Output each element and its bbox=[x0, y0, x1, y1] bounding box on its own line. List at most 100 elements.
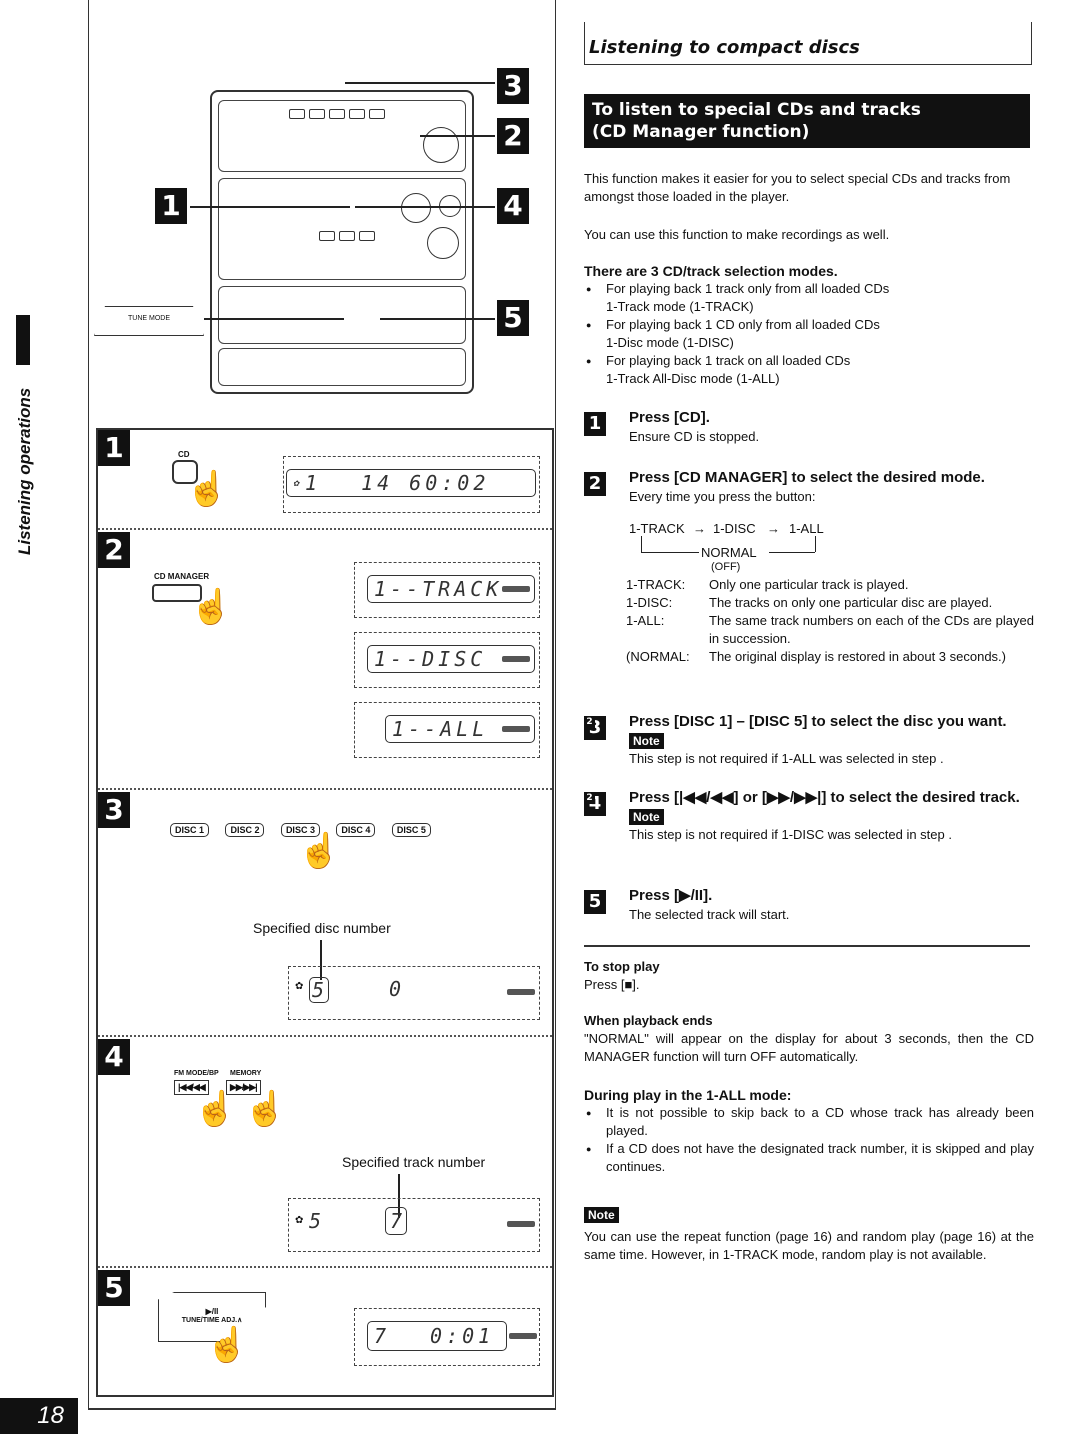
lcd-display-1-all: 1--ALL bbox=[385, 715, 535, 743]
cycle-line bbox=[815, 536, 816, 552]
playback-ends-heading: When playback ends bbox=[584, 1013, 713, 1028]
arrow-icon: → bbox=[767, 521, 780, 536]
step-5: 5 Press [▶/II]. The selected track will … bbox=[584, 886, 1034, 924]
memory-label: MEMORY bbox=[230, 1070, 262, 1077]
cd-manager-indicator bbox=[502, 586, 530, 592]
mode-term: 1-DISC: bbox=[626, 595, 673, 610]
step-ref-badge: 2 bbox=[584, 792, 595, 804]
note-tag: Note bbox=[584, 1207, 619, 1223]
fm-mode-label: FM MODE/BP bbox=[174, 1070, 219, 1077]
cycle-off: (OFF) bbox=[711, 561, 741, 573]
mode-name: 1-Track All-Disc mode (1-ALL) bbox=[606, 371, 780, 386]
display-frame: 1--ALL bbox=[354, 702, 540, 758]
banner-line-2: (CD Manager function) bbox=[592, 122, 810, 142]
banner-line-1: To listen to special CDs and tracks bbox=[592, 100, 921, 120]
cd-manager-indicator bbox=[502, 726, 530, 732]
step-4: 4 Press [|◀◀/◀◀] or [▶▶/▶▶|] to select t… bbox=[584, 788, 1034, 844]
cd-button-label: CD bbox=[178, 450, 190, 459]
step-4-note-text: This step is not required if 1-DISC was … bbox=[629, 827, 945, 842]
side-tab-marker bbox=[16, 315, 30, 365]
note-tag: Note bbox=[629, 733, 664, 749]
step-1-badge: 1 bbox=[584, 412, 606, 436]
step-2-badge: 2 bbox=[98, 532, 130, 568]
display-frame: 7 0:01 bbox=[354, 1308, 540, 1366]
bottom-rule bbox=[88, 1408, 556, 1410]
callout-line-2 bbox=[420, 135, 495, 137]
display-frame: 1--TRACK bbox=[354, 562, 540, 618]
modes-heading: There are 3 CD/track selection modes. bbox=[584, 263, 838, 279]
disc-button-row bbox=[289, 109, 385, 119]
steps-illustration-panel: 1 CD ☝ ✿ 1 14 60:02 2 CD MANAGER ☝ 1--TR… bbox=[96, 428, 554, 1397]
callout-badge-1: 1 bbox=[155, 188, 187, 224]
mode-definitions: 1-TRACK: Only one particular track is pla… bbox=[626, 576, 1034, 666]
step-separator bbox=[98, 1035, 552, 1037]
cycle-1-track: 1-TRACK bbox=[629, 521, 685, 536]
display-frame: 1--DISC bbox=[354, 632, 540, 688]
step-ref-badge: 2 bbox=[584, 716, 595, 728]
step-3-badge: 3 bbox=[98, 792, 130, 828]
step-3-title: Press [DISC 1] – [DISC 5] to select the … bbox=[629, 713, 1007, 730]
step-1: 1 Press [CD]. Ensure CD is stopped. bbox=[584, 408, 1034, 446]
section-divider bbox=[584, 945, 1030, 947]
step-1-text: Ensure CD is stopped. bbox=[629, 429, 760, 444]
callout-badge-4: 4 bbox=[497, 188, 529, 224]
cd-manager-indicator bbox=[507, 989, 535, 995]
callout-badge-3: 3 bbox=[497, 68, 529, 104]
playback-ends-text: "NORMAL" will appear on the display for … bbox=[584, 1031, 1034, 1064]
note-text: You can use the repeat function (page 16… bbox=[584, 1229, 1034, 1262]
step-1-title: Press [CD]. bbox=[629, 409, 710, 426]
step-2-badge: 2 bbox=[584, 472, 606, 496]
base-tier bbox=[218, 348, 466, 386]
display-frame: ✿ 5 7 bbox=[288, 1198, 540, 1252]
lcd-track-number: 7 bbox=[385, 1207, 407, 1235]
section-title: Listening to compact discs bbox=[589, 37, 860, 58]
tape-tier bbox=[218, 286, 466, 344]
cycle-1-all: 1-ALL bbox=[789, 521, 824, 536]
step-separator bbox=[98, 788, 552, 790]
mode-desc: For playing back 1 track only from all l… bbox=[606, 281, 890, 296]
step-4-badge: 4 bbox=[98, 1039, 130, 1075]
cd-icon: ✿ bbox=[295, 981, 304, 992]
lcd-time: 0:01 bbox=[430, 1324, 495, 1348]
mode-def: The same track numbers on each of the CD… bbox=[709, 613, 1034, 646]
volume-knob bbox=[401, 193, 431, 223]
specified-track-caption: Specified track number bbox=[342, 1154, 486, 1170]
mode-name: 1-Disc mode (1-DISC) bbox=[606, 335, 734, 350]
column-divider bbox=[555, 0, 556, 1410]
callout-badge-2: 2 bbox=[497, 118, 529, 154]
step-3: 3 Press [DISC 1] – [DISC 5] to select th… bbox=[584, 712, 1034, 768]
callout-line-5 bbox=[380, 318, 495, 320]
amp-tier bbox=[218, 178, 466, 280]
cycle-1-disc: 1-DISC bbox=[713, 521, 756, 536]
during-item: If a CD does not have the designated tra… bbox=[584, 1140, 1034, 1176]
cd-manager-indicator bbox=[502, 656, 530, 662]
during-1-all-heading: During play in the 1-ALL mode: bbox=[584, 1087, 792, 1103]
stop-play-text: Press [■]. bbox=[584, 977, 640, 992]
mode-item: For playing back 1 track only from all l… bbox=[584, 280, 1034, 316]
hand-icon: ☝ bbox=[194, 1090, 237, 1128]
note-section: Note You can use the repeat function (pa… bbox=[584, 1206, 1034, 1264]
mode-cycle-diagram: 1-TRACK → 1-DISC → 1-ALL NORMAL (OFF) bbox=[629, 520, 1034, 576]
play-pause-icon: ▶/II bbox=[205, 1307, 219, 1316]
mode-def: The original display is restored in abou… bbox=[709, 649, 1006, 664]
intro-paragraph: This function makes it easier for you to… bbox=[584, 171, 1011, 204]
tune-mode-button-illustration: TUNE MODE bbox=[94, 306, 204, 336]
mode-term: (NORMAL: bbox=[626, 649, 690, 664]
tune-time-label: TUNE/TIME ADJ.∧ bbox=[181, 1317, 243, 1324]
step-3-note: This step is not required if 1-ALL was s… bbox=[584, 716, 1034, 768]
mode-term: 1-ALL: bbox=[626, 613, 665, 628]
mode-item: For playing back 1 track on all loaded C… bbox=[584, 352, 1034, 388]
intro-paragraph-2: You can use this function to make record… bbox=[584, 227, 890, 242]
lcd-track: 7 bbox=[374, 1324, 391, 1348]
step-5-badge: 5 bbox=[584, 890, 606, 914]
disc-1-button: DISC 1 bbox=[170, 823, 210, 837]
mode-term: 1-TRACK: bbox=[626, 577, 686, 592]
callout-line-1 bbox=[190, 206, 350, 208]
left-column-border bbox=[88, 0, 89, 1410]
display-frame: ✿ 1 14 60:02 bbox=[283, 456, 540, 513]
playback-ends-section: When playback ends "NORMAL" will appear … bbox=[584, 1012, 1034, 1066]
mode-item: For playing back 1 CD only from all load… bbox=[584, 316, 1034, 352]
mode-desc: For playing back 1 track on all loaded C… bbox=[606, 353, 851, 368]
step-3-note-text: This step is not required if 1-ALL was s… bbox=[629, 751, 937, 766]
cycle-line bbox=[769, 552, 815, 553]
